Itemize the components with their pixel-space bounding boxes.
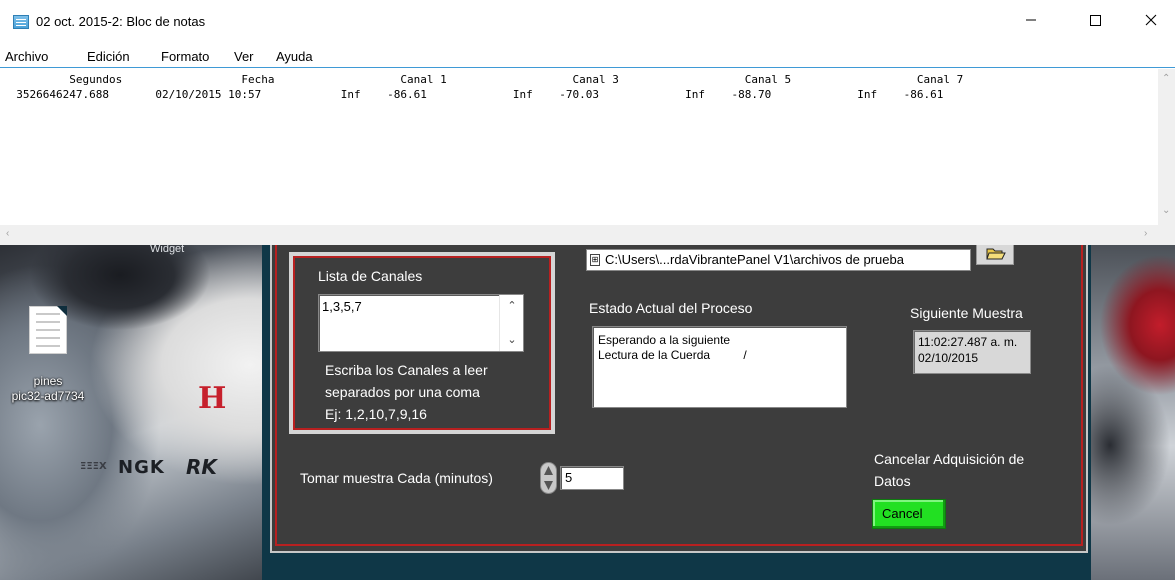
cancel-button[interactable]: Cancel bbox=[872, 499, 946, 529]
interval-stepper[interactable] bbox=[540, 462, 557, 494]
scroll-up-arrow-icon[interactable]: ⌃ bbox=[1162, 73, 1170, 84]
menu-edicion[interactable]: Edición bbox=[87, 49, 130, 64]
menu-archivo[interactable]: Archivo bbox=[5, 49, 48, 64]
folder-open-icon bbox=[986, 248, 1006, 260]
wallpaper-text: Widget bbox=[150, 245, 185, 255]
scroll-left-arrow-icon[interactable]: ‹ bbox=[6, 228, 9, 239]
estado-line-2: Lectura de la Cuerda / bbox=[598, 348, 747, 362]
file-path-field[interactable]: C:\Users\...rdaVibrantePanel V1\archivos… bbox=[586, 249, 971, 271]
estado-proceso-display: Esperando a la siguiente Lectura de la C… bbox=[592, 326, 847, 408]
intervalo-label: Tomar muestra Cada (minutos) bbox=[300, 470, 493, 486]
siguiente-date: 02/10/2015 bbox=[918, 351, 979, 365]
lista-canales-help-1: Escriba los Canales a leer bbox=[325, 362, 488, 378]
scroll-down-arrow-icon[interactable]: ⌄ bbox=[1162, 205, 1170, 216]
lista-canales-label: Lista de Canales bbox=[318, 268, 423, 284]
menu-ayuda[interactable]: Ayuda bbox=[276, 49, 313, 64]
resize-grip[interactable] bbox=[1158, 225, 1175, 245]
minimize-icon bbox=[1026, 19, 1036, 21]
stepper-arrows-icon bbox=[540, 462, 557, 494]
cancelar-label-1: Cancelar Adquisición de bbox=[874, 451, 1025, 467]
estado-proceso-label: Estado Actual del Proceso bbox=[589, 300, 753, 316]
desktop-file-label: pines pic32-ad7734 bbox=[8, 374, 88, 404]
file-name-line-2: pic32-ad7734 bbox=[11, 389, 85, 403]
cancelar-label-2: Datos bbox=[874, 473, 911, 489]
wallpaper-logo-small: ΞΞΞX bbox=[80, 461, 107, 472]
notepad-icon bbox=[13, 15, 29, 29]
window-title: 02 oct. 2015-2: Bloc de notas bbox=[36, 14, 206, 29]
vertical-scrollbar[interactable]: ⌃ ⌄ bbox=[1158, 69, 1175, 225]
scroll-right-arrow-icon[interactable]: › bbox=[1144, 228, 1147, 239]
header-line: Segundos Fecha Canal 1 Canal 3 Canal 5 C… bbox=[3, 73, 964, 86]
wallpaper-logo-h: H bbox=[198, 381, 227, 416]
lista-canales-input[interactable]: 1,3,5,7 bbox=[318, 294, 524, 352]
text-file-icon bbox=[29, 306, 67, 354]
browse-button[interactable] bbox=[976, 245, 1014, 265]
title-bar[interactable]: 02 oct. 2015-2: Bloc de notas bbox=[0, 0, 1175, 44]
data-line: 3526646247.688 02/10/2015 10:57 Inf -86.… bbox=[3, 88, 944, 101]
wallpaper-motorbike-right bbox=[1090, 245, 1175, 580]
horizontal-scrollbar[interactable]: ‹ › bbox=[0, 225, 1158, 245]
lista-canales-help-2: separados por una coma bbox=[325, 384, 480, 400]
scroll-up-icon[interactable]: ⌃ bbox=[500, 299, 524, 312]
estado-line-1: Esperando a la siguiente bbox=[598, 333, 731, 347]
close-icon bbox=[1145, 14, 1157, 26]
file-name-line-1: pines bbox=[33, 374, 63, 388]
siguiente-muestra-display: 11:02:27.487 a. m. 02/10/2015 bbox=[913, 330, 1031, 374]
text-editor-area[interactable]: Segundos Fecha Canal 1 Canal 3 Canal 5 C… bbox=[0, 69, 1158, 225]
path-type-icon: ⊞ bbox=[590, 254, 600, 266]
close-button[interactable] bbox=[1128, 0, 1174, 40]
siguiente-time: 11:02:27.487 a. m. bbox=[918, 335, 1018, 349]
wallpaper-motorbike-left: Widget H ΞΞΞX NGK RK bbox=[0, 245, 272, 580]
desktop-file-icon[interactable]: pines pic32-ad7734 bbox=[8, 306, 88, 404]
maximize-icon bbox=[1090, 15, 1101, 26]
lista-canales-scrollbar[interactable]: ⌃ ⌄ bbox=[499, 295, 523, 351]
minimize-button[interactable] bbox=[1008, 0, 1054, 40]
wallpaper-logo-rk: RK bbox=[186, 455, 217, 479]
menu-bar: Archivo Edición Formato Ver Ayuda bbox=[0, 44, 1175, 68]
menu-ver[interactable]: Ver bbox=[234, 49, 254, 64]
scroll-down-icon[interactable]: ⌄ bbox=[500, 333, 524, 346]
notepad-window: 02 oct. 2015-2: Bloc de notas Archivo Ed… bbox=[0, 0, 1175, 245]
interval-input[interactable]: 5 bbox=[560, 466, 624, 490]
lista-canales-help-3: Ej: 1,2,10,7,9,16 bbox=[325, 406, 427, 422]
wallpaper-logo-ngk: NGK bbox=[118, 457, 165, 478]
siguiente-muestra-label: Siguiente Muestra bbox=[910, 305, 1023, 321]
menu-formato[interactable]: Formato bbox=[161, 49, 209, 64]
maximize-button[interactable] bbox=[1072, 0, 1118, 40]
